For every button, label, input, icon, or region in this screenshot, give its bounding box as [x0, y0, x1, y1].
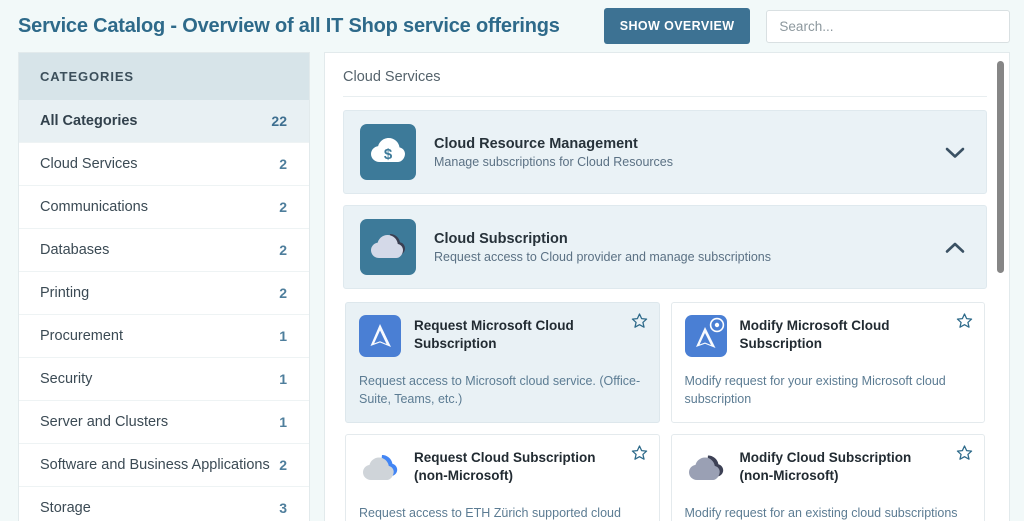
sidebar-item-storage[interactable]: Storage 3 [19, 487, 309, 521]
favorite-star-button[interactable] [956, 444, 973, 461]
group-icon: $ [360, 124, 416, 180]
group-subtitle: Manage subscriptions for Cloud Resources [434, 154, 674, 169]
group-toggle-button[interactable] [940, 146, 970, 159]
tile-title: Modify Cloud Subscription (non-Microsoft… [739, 450, 912, 484]
tile-title: Request Microsoft Cloud Subscription [414, 318, 574, 352]
sidebar-item-label: Databases [40, 242, 110, 258]
sidebar-item-count: 2 [279, 242, 287, 258]
service-group-card[interactable]: $ Cloud Resource Management Manage subscr… [343, 110, 987, 194]
sidebar-header: CATEGORIES [19, 53, 309, 100]
sidebar-item-count: 1 [279, 371, 287, 387]
tile-head: Modify Microsoft Cloud Subscription [684, 315, 972, 357]
star-outline-icon[interactable] [956, 312, 973, 329]
favorite-star-button[interactable] [631, 312, 648, 329]
sidebar-item-server-and-clusters[interactable]: Server and Clusters 1 [19, 401, 309, 444]
categories-sidebar: CATEGORIES All Categories 22 Cloud Service… [18, 52, 310, 521]
group-toggle-button[interactable] [940, 241, 970, 254]
search-input[interactable] [766, 9, 1010, 43]
cloud-dark-icon [688, 455, 723, 480]
tile-description: Modify request for an existing cloud sub… [684, 506, 958, 520]
chevron-up-icon[interactable] [945, 241, 965, 254]
sidebar-item-count: 1 [279, 328, 287, 344]
service-tile[interactable]: Request Cloud Subscription (non-Microsof… [345, 434, 660, 521]
cloud-icon [371, 234, 405, 258]
chevron-down-icon[interactable] [945, 146, 965, 159]
tile-head: Request Microsoft Cloud Subscription [359, 315, 646, 357]
sidebar-item-printing[interactable]: Printing 2 [19, 272, 309, 315]
svg-text:$: $ [384, 146, 393, 163]
sidebar-item-label: Procurement [40, 328, 124, 344]
service-tile[interactable]: Request Microsoft Cloud Subscription Requ… [345, 302, 660, 423]
body-wrapper: CATEGORIES All Categories 22 Cloud Service… [0, 52, 1024, 521]
tile-head: Request Cloud Subscription (non-Microsof… [359, 447, 646, 489]
azure-gear-icon [684, 315, 727, 357]
service-tile[interactable]: Modify Microsoft Cloud Subscription Modif… [670, 302, 985, 423]
sidebar-item-count: 2 [279, 457, 287, 473]
sidebar-item-label: Security [40, 371, 93, 387]
star-outline-icon[interactable] [631, 312, 648, 329]
sidebar-item-count: 2 [279, 156, 287, 172]
service-tile-grid: Request Microsoft Cloud Subscription Requ… [343, 300, 987, 521]
tile-icon [359, 447, 401, 489]
service-tile[interactable]: Modify Cloud Subscription (non-Microsoft… [670, 434, 985, 521]
star-outline-icon[interactable] [956, 444, 973, 461]
sidebar-item-count: 3 [279, 500, 287, 516]
sidebar-item-count: 2 [279, 285, 287, 301]
favorite-star-button[interactable] [956, 312, 973, 329]
sidebar-item-label: All Categories [40, 113, 138, 129]
category-list: All Categories 22 Cloud Services 2 Communica… [19, 100, 309, 521]
tile-description: Modify request for your existing Microso… [684, 374, 946, 406]
tile-icon [359, 315, 401, 357]
tile-title: Modify Microsoft Cloud Subscription [739, 318, 890, 352]
service-group-card[interactable]: Cloud Subscription Request access to Clou… [343, 205, 987, 289]
star-outline-icon[interactable] [631, 444, 648, 461]
sidebar-item-security[interactable]: Security 1 [19, 358, 309, 401]
page-title: Service Catalog - Overview of all IT Sho… [18, 14, 560, 37]
sidebar-item-all-categories[interactable]: All Categories 22 [19, 100, 309, 143]
group-text: Cloud Subscription Request access to Clou… [416, 231, 940, 264]
group-text: Cloud Resource Management Manage subscrip… [416, 136, 940, 169]
sidebar-item-databases[interactable]: Databases 2 [19, 229, 309, 272]
group-subtitle: Request access to Cloud provider and man… [434, 249, 771, 264]
cloud-blue-icon [363, 455, 398, 480]
sidebar-item-count: 22 [271, 113, 287, 129]
group-icon [360, 219, 416, 275]
tile-title: Request Cloud Subscription (non-Microsof… [414, 450, 596, 484]
sidebar-item-count: 2 [279, 199, 287, 215]
sidebar-item-cloud-services[interactable]: Cloud Services 2 [19, 143, 309, 186]
main-panel: Cloud Services $ Cloud Resource Manageme… [324, 52, 1010, 521]
sidebar-item-label: Software and Business Applications [40, 457, 270, 473]
cloud-dollar-icon: $ [371, 138, 405, 163]
show-overview-button[interactable]: SHOW OVERVIEW [603, 8, 751, 44]
group-title: Cloud Resource Management [434, 135, 638, 152]
sidebar-item-count: 1 [279, 414, 287, 430]
sidebar-item-label: Communications [40, 199, 148, 215]
sidebar-item-procurement[interactable]: Procurement 1 [19, 315, 309, 358]
group-title: Cloud Subscription [434, 230, 568, 247]
vertical-scrollbar[interactable] [996, 53, 1005, 521]
scrollbar-thumb[interactable] [997, 61, 1004, 273]
sidebar-item-label: Server and Clusters [40, 414, 169, 430]
sidebar-item-label: Cloud Services [40, 156, 138, 172]
azure-icon [359, 315, 401, 357]
top-bar: Service Catalog - Overview of all IT Sho… [0, 0, 1024, 52]
sidebar-item-label: Printing [40, 285, 90, 301]
sidebar-item-label: Storage [40, 500, 91, 516]
tile-description: Request access to ETH Zürich supported c… [359, 506, 621, 520]
favorite-star-button[interactable] [631, 444, 648, 461]
tile-icon [684, 315, 727, 357]
sidebar-item-communications[interactable]: Communications 2 [19, 186, 309, 229]
tile-icon [685, 447, 727, 489]
tile-head: Modify Cloud Subscription (non-Microsoft… [685, 447, 972, 489]
section-title: Cloud Services [343, 69, 987, 97]
tile-description: Request access to Microsoft cloud servic… [359, 374, 641, 406]
service-group-list: $ Cloud Resource Management Manage subscr… [343, 110, 987, 289]
sidebar-item-software-and-business-applications[interactable]: Software and Business Applications 2 [19, 444, 309, 487]
